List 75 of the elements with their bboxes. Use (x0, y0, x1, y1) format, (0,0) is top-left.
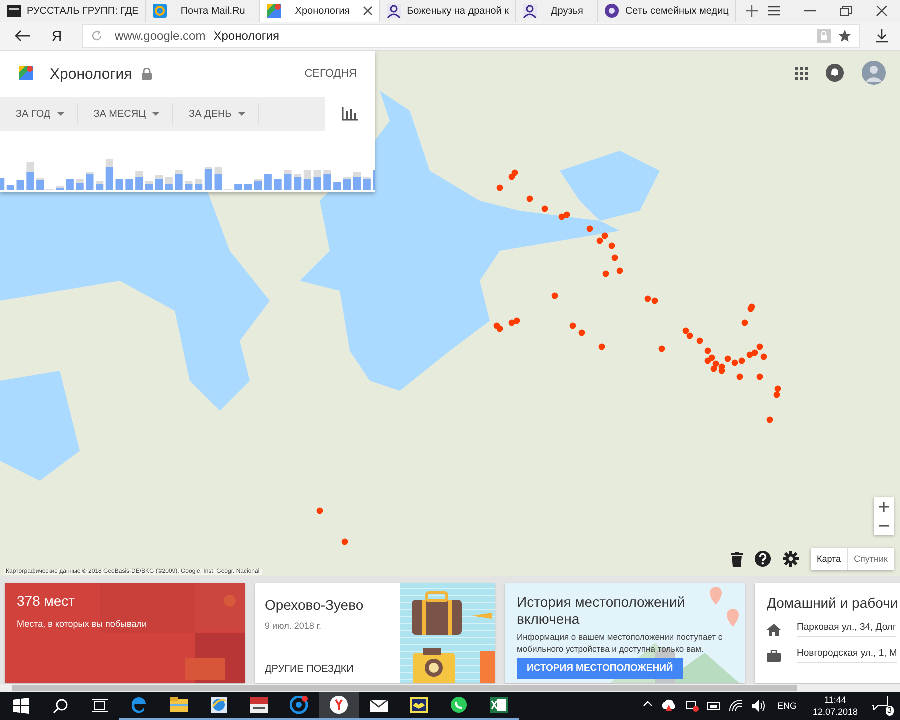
zoom-in-icon[interactable] (879, 502, 889, 512)
filter-dropdown[interactable]: ЗА МЕСЯЦ (78, 103, 174, 125)
filter-dropdown[interactable]: ЗА ГОД (0, 103, 78, 125)
today-button[interactable]: СЕГОДНЯ (302, 64, 359, 84)
card-title: Домашний и рабочи (767, 595, 900, 611)
help-icon[interactable] (754, 551, 771, 567)
search-icon[interactable] (53, 698, 68, 714)
address-text[interactable]: Парковая ул., 34, Долг (797, 622, 896, 637)
taskbar-app[interactable] (319, 692, 359, 720)
trip-date: 9 июл. 2018 г. (265, 621, 323, 631)
back-arrow-icon[interactable] (14, 30, 30, 42)
card-description: Информация о вашем местоположении поступает с мобильного устройства и доступна только вам. (517, 631, 724, 655)
language-indicator[interactable]: ENG (777, 701, 797, 711)
action-center-button[interactable]: 3 (872, 696, 894, 716)
person-icon (522, 3, 538, 19)
cloud-warning-icon[interactable] (661, 699, 678, 713)
panel-title: Хронология (50, 66, 132, 82)
menu-icon[interactable] (768, 6, 780, 16)
lock-icon (817, 29, 831, 43)
url-domain: www.google.com (115, 29, 206, 43)
wifi-icon[interactable] (729, 699, 744, 713)
task-view-icon[interactable] (92, 699, 108, 713)
map-type-button[interactable]: Карта (810, 548, 848, 570)
plus-icon[interactable] (746, 5, 758, 17)
globe-icon (210, 696, 228, 714)
filter-dropdown[interactable]: ЗА ДЕНЬ (173, 103, 259, 125)
calendar-icon (250, 696, 268, 714)
caret-icon (56, 112, 65, 116)
trash-icon[interactable] (730, 552, 743, 566)
notification-count: 3 (886, 706, 894, 716)
close-icon[interactable] (876, 6, 888, 16)
ring-icon (290, 696, 308, 714)
caret-icon (152, 112, 160, 116)
card-subtitle: Места, в которых вы побывали (17, 619, 148, 629)
phone-bubble-icon (450, 696, 468, 714)
bar-chart-icon (342, 107, 358, 121)
e-logo-icon (130, 696, 148, 714)
places-count-card[interactable]: 378 мест Места, в которых вы побывали (5, 583, 245, 683)
windows-logo-icon[interactable] (13, 698, 29, 714)
lock-icon (142, 68, 152, 80)
apps-grid-icon[interactable] (795, 66, 808, 80)
other-trips-link[interactable]: ДРУГИЕ ПОЕЗДКИ (265, 664, 400, 675)
url-page-title: Хронология (214, 29, 280, 43)
round-logo-icon (604, 3, 620, 19)
home-icon (767, 624, 781, 636)
scrollbar-thumb[interactable] (12, 685, 797, 691)
network-warning-icon[interactable] (685, 699, 700, 713)
star-icon[interactable] (839, 30, 851, 42)
clock[interactable]: 11:44 12.07.2018 (812, 694, 858, 718)
card-title: История местоположений включена (517, 594, 686, 628)
page-icon (6, 3, 22, 19)
caret-icon (238, 112, 246, 116)
y-logo-icon (330, 696, 348, 714)
location-history-button[interactable]: ИСТОРИЯ МЕСТОПОЛОЖЕНИЙ (517, 658, 684, 679)
briefcase-icon (767, 650, 781, 662)
settings-icon[interactable] (782, 551, 799, 567)
clock-time: 11:44 (824, 694, 848, 706)
person-icon (386, 3, 402, 19)
message-icon (872, 696, 888, 710)
map-type-button[interactable]: Спутник (848, 548, 894, 570)
browser-logo[interactable]: Я (52, 28, 82, 44)
trip-place: Орехово-Зуево (265, 597, 365, 613)
bell-icon[interactable] (826, 64, 844, 82)
close-icon[interactable] (363, 6, 374, 16)
speaker-icon[interactable] (751, 699, 766, 713)
download-icon[interactable] (876, 29, 888, 43)
bat-icon (410, 696, 428, 714)
address-text[interactable]: Новгородская ул., 1, М (797, 648, 898, 663)
restore-icon[interactable] (840, 6, 852, 16)
address-field[interactable]: www.google.com Хронология (82, 24, 860, 48)
spreadsheet-icon (490, 696, 508, 714)
clock-date: 12.07.2018 (812, 706, 858, 718)
browser-tab[interactable]: Хронология (260, 0, 380, 22)
folder-icon (170, 696, 188, 714)
places-count: 378 мест (17, 593, 76, 609)
